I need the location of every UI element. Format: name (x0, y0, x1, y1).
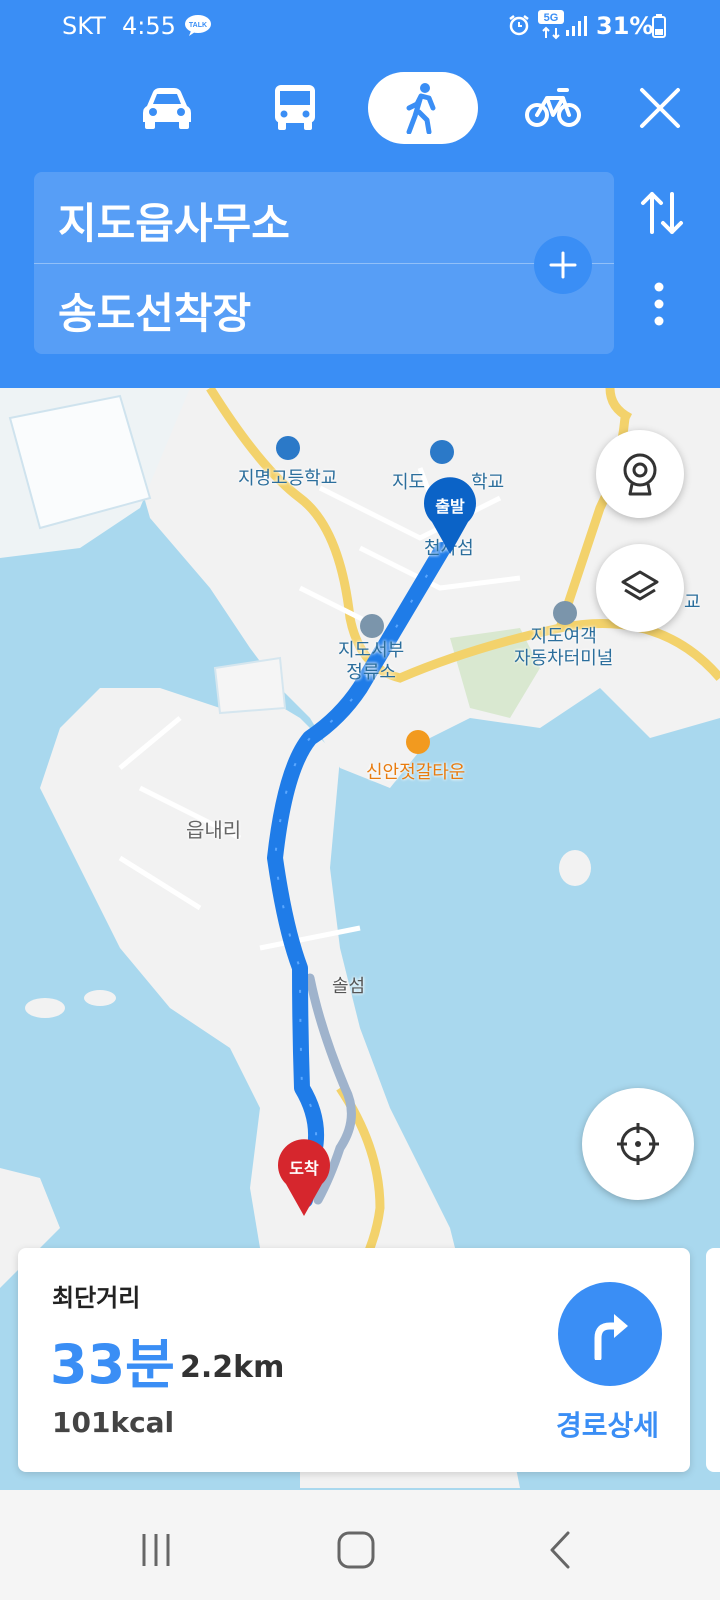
map-label-school-edge: 교 (684, 592, 701, 613)
recent-apps-icon (142, 1534, 170, 1566)
cctv-icon (623, 453, 657, 496)
app-header: SKT 4:55 TALK 5G 31% 지도읍사무소 송도선착장 (0, 0, 720, 388)
school-poi-icon[interactable] (276, 436, 300, 460)
svg-text:TALK: TALK (189, 22, 207, 29)
school-poi-icon[interactable] (430, 440, 454, 464)
map-label-market: 신안젓갈타운 (366, 762, 466, 783)
current-location-icon (617, 1123, 659, 1165)
bus-icon (275, 85, 315, 130)
map-label-terminal: 지도여객 자동차터미널 (514, 626, 614, 669)
carrier-label: SKT (62, 12, 106, 40)
divider (34, 263, 614, 264)
car-icon (143, 88, 191, 129)
layers-icon (621, 570, 659, 601)
system-navigation-bar (0, 1490, 720, 1600)
current-location-button[interactable] (582, 1088, 694, 1200)
clock: 4:55 (122, 12, 176, 40)
battery-icon (652, 14, 666, 38)
home-button[interactable] (326, 1520, 386, 1580)
duration-value: 33분 (50, 1333, 175, 1396)
svg-text:도착: 도착 (289, 1159, 319, 1178)
layers-button[interactable] (596, 544, 684, 632)
5g-network-icon: 5G (538, 10, 564, 40)
close-button[interactable] (630, 78, 690, 138)
map-label-school: 지명고등학교 (238, 468, 338, 489)
bus-stop-poi-icon[interactable] (360, 614, 384, 638)
status-bar: SKT 4:55 TALK 5G 31% (0, 0, 720, 52)
close-icon (640, 88, 680, 128)
walk-icon (406, 83, 436, 134)
terminal-poi-icon[interactable] (553, 601, 577, 625)
next-route-card-peek[interactable] (706, 1248, 720, 1472)
svg-text:출발: 출발 (435, 497, 465, 516)
battery-percentage: 31% (596, 12, 654, 40)
bike-icon (525, 88, 581, 127)
back-icon (550, 1531, 570, 1569)
talk-icon: TALK (185, 15, 211, 36)
map-label-bus-stop: 지도서부 정류소 (338, 640, 405, 683)
start-pin-icon[interactable]: 출발 (422, 476, 478, 556)
signal-icon (566, 16, 587, 36)
shopping-poi-icon[interactable] (406, 730, 430, 754)
back-button[interactable] (530, 1520, 590, 1580)
home-icon (337, 1531, 375, 1569)
car-mode-tab[interactable] (112, 72, 222, 144)
turn-right-arrow-icon (594, 1314, 628, 1360)
route-type-label: 최단거리 (52, 1284, 141, 1312)
start-navigation-button[interactable] (558, 1282, 662, 1386)
alarm-icon (509, 15, 529, 36)
walk-mode-tab[interactable] (368, 72, 478, 144)
bike-mode-tab[interactable] (498, 72, 608, 144)
cctv-button[interactable] (596, 430, 684, 518)
route-summary-card[interactable]: 최단거리 33분 2.2km 101kcal 경로상세 (18, 1248, 690, 1472)
map-label-village: 읍내리 (186, 818, 242, 842)
plus-icon (549, 251, 577, 279)
add-waypoint-button[interactable] (534, 236, 592, 294)
origin-field[interactable]: 지도읍사무소 (58, 190, 290, 251)
route-details-link[interactable]: 경로상세 (556, 1404, 659, 1444)
distance-value: 2.2km (180, 1350, 285, 1385)
route-input-box: 지도읍사무소 송도선착장 (34, 172, 614, 354)
svg-text:5G: 5G (544, 12, 559, 24)
bus-mode-tab[interactable] (240, 72, 350, 144)
end-pin-icon[interactable]: 도착 (276, 1138, 332, 1218)
destination-field[interactable]: 송도선착장 (58, 280, 251, 341)
calories-value: 101kcal (52, 1406, 175, 1439)
map-label-island: 솔섬 (332, 976, 366, 997)
more-options-icon[interactable] (654, 282, 664, 326)
swap-route-icon[interactable] (640, 190, 684, 236)
recent-apps-button[interactable] (126, 1520, 186, 1580)
